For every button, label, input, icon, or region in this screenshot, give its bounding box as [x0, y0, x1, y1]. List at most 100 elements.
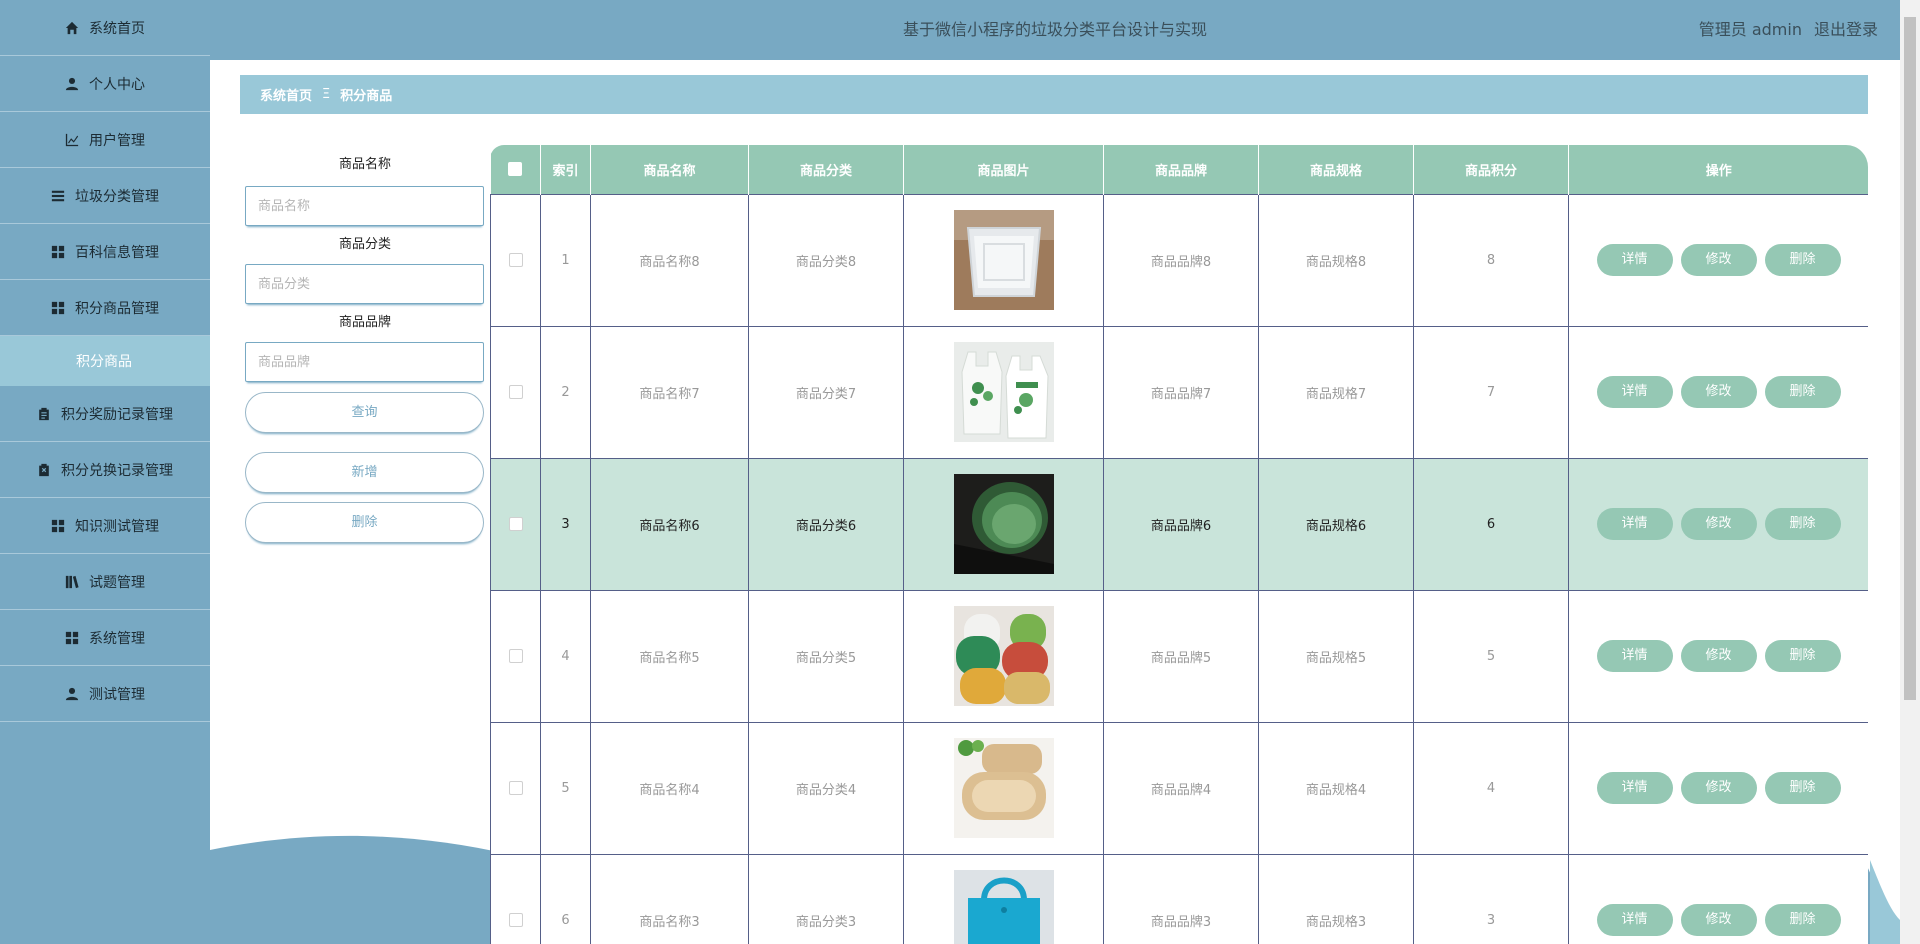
cell-index: 2	[540, 325, 591, 459]
logout-link[interactable]: 退出登录	[1814, 0, 1878, 60]
breadcrumb-separator: Ξ	[322, 87, 331, 102]
row-checkbox[interactable]	[508, 385, 523, 399]
delete-button[interactable]: 删除	[1764, 376, 1841, 408]
sidebar-item-home[interactable]: 系统首页	[0, 0, 210, 56]
sidebar-item-encyclopedia[interactable]: 百科信息管理	[0, 224, 210, 280]
cell-brand: 商品品牌4	[1103, 721, 1259, 855]
cell-points: 3	[1413, 853, 1569, 944]
user-icon	[65, 687, 79, 701]
row-checkbox[interactable]	[508, 781, 523, 795]
cell-image	[903, 721, 1104, 855]
tote-bag-image[interactable]	[953, 870, 1054, 944]
goods-brand-label: 商品品牌	[338, 315, 391, 330]
delete-button[interactable]: 删除	[1764, 508, 1841, 540]
row-select-cell	[490, 457, 541, 591]
cell-spec: 商品规格3	[1258, 853, 1414, 944]
current-user: 管理员 admin	[1698, 20, 1802, 39]
select-all-checkbox[interactable]	[508, 162, 523, 177]
delete-button[interactable]: 删除	[1764, 904, 1841, 936]
cell-brand: 商品品牌8	[1103, 193, 1259, 327]
plastic-bags-image[interactable]	[953, 342, 1054, 442]
cell-name: 商品名称8	[590, 193, 749, 327]
sidebar-item-profile[interactable]: 个人中心	[0, 56, 210, 112]
goods-name-input[interactable]	[245, 186, 484, 226]
sidebar-subitem-points-goods[interactable]: 积分商品	[0, 336, 210, 386]
breadcrumb-current: 积分商品	[340, 89, 393, 104]
sidebar-item-points-exchange-records[interactable]: 积分兑换记录管理	[0, 442, 210, 498]
edit-button[interactable]: 修改	[1680, 244, 1757, 276]
row-checkbox[interactable]	[508, 517, 523, 531]
goods-brand-input[interactable]	[245, 342, 484, 382]
row-checkbox[interactable]	[508, 913, 523, 927]
detail-button[interactable]: 详情	[1596, 508, 1673, 540]
sidebar-item-knowledge-test[interactable]: 知识测试管理	[0, 498, 210, 554]
sidebar-item-label: 用户管理	[89, 132, 145, 149]
query-button[interactable]: 查询	[245, 392, 484, 433]
sidebar-item-label: 积分兑换记录管理	[61, 462, 173, 479]
breadcrumb: 系统首页 Ξ 积分商品	[240, 75, 1868, 114]
sidebar-item-points-reward-records[interactable]: 积分奖励记录管理	[0, 386, 210, 442]
edit-button[interactable]: 修改	[1680, 640, 1757, 672]
detail-button[interactable]: 详情	[1596, 640, 1673, 672]
sidebar-item-users[interactable]: 用户管理	[0, 112, 210, 168]
edit-button[interactable]: 修改	[1680, 904, 1757, 936]
batch-delete-button[interactable]: 删除	[245, 502, 484, 543]
list-icon	[51, 189, 65, 203]
grid-icon	[51, 301, 65, 315]
row-checkbox[interactable]	[508, 649, 523, 663]
table-row: 4 商品名称5 商品分类5 商品品牌5 商品规格5 5 详情 修改 删除	[490, 589, 1868, 723]
row-select-cell	[490, 589, 541, 723]
sidebar-item-label: 测试管理	[89, 686, 145, 703]
detail-button[interactable]: 详情	[1596, 244, 1673, 276]
cell-spec: 商品规格5	[1258, 589, 1414, 723]
header-user-area: 管理员 admin 退出登录	[1699, 0, 1878, 60]
sidebar-item-points-goods-mgmt[interactable]: 积分商品管理	[0, 280, 210, 336]
detail-button[interactable]: 详情	[1596, 904, 1673, 936]
delete-button[interactable]: 删除	[1764, 772, 1841, 804]
edit-button[interactable]: 修改	[1680, 376, 1757, 408]
header-index: 索引	[540, 145, 591, 194]
cell-name: 商品名称4	[590, 721, 749, 855]
header-actions: 操作	[1568, 145, 1868, 194]
sidebar-item-label: 积分奖励记录管理	[61, 406, 173, 423]
sidebar-item-questions[interactable]: 试题管理	[0, 554, 210, 610]
detail-button[interactable]: 详情	[1596, 772, 1673, 804]
scrollbar-thumb[interactable]	[1904, 17, 1916, 700]
plastic-container-image[interactable]	[953, 210, 1054, 310]
sidebar-item-system[interactable]: 系统管理	[0, 610, 210, 666]
user-icon	[65, 77, 79, 91]
cell-actions: 详情 修改 删除	[1568, 325, 1868, 459]
towel-rolls-image[interactable]	[953, 606, 1054, 706]
green-bucket-image[interactable]	[953, 474, 1054, 574]
edit-button[interactable]: 修改	[1680, 772, 1757, 804]
delete-button[interactable]: 删除	[1764, 244, 1841, 276]
sidebar-item-garbage-category[interactable]: 垃圾分类管理	[0, 168, 210, 224]
detail-button[interactable]: 详情	[1596, 376, 1673, 408]
cell-category: 商品分类5	[748, 589, 904, 723]
page-scrollbar[interactable]	[1900, 0, 1920, 944]
header-name: 商品名称	[590, 145, 749, 194]
goods-category-input[interactable]	[245, 264, 484, 304]
sidebar-item-label: 试题管理	[89, 574, 145, 591]
add-button[interactable]: 新增	[245, 452, 484, 493]
lunch-box-image[interactable]	[953, 738, 1054, 838]
row-checkbox[interactable]	[508, 253, 523, 267]
edit-button[interactable]: 修改	[1680, 508, 1757, 540]
sidebar-item-test-mgmt[interactable]: 测试管理	[0, 666, 210, 722]
cell-category: 商品分类7	[748, 325, 904, 459]
delete-button[interactable]: 删除	[1764, 640, 1841, 672]
cell-category: 商品分类4	[748, 721, 904, 855]
cell-brand: 商品品牌5	[1103, 589, 1259, 723]
sidebar-item-label: 垃圾分类管理	[75, 188, 159, 205]
cell-image	[903, 457, 1104, 591]
sidebar-item-label: 积分商品管理	[75, 300, 159, 317]
search-panel: 商品名称 商品分类 商品品牌 查询 新增 删除	[245, 150, 485, 543]
goods-name-label: 商品名称	[338, 157, 391, 172]
grid-icon	[51, 245, 65, 259]
breadcrumb-home[interactable]: 系统首页	[260, 85, 312, 104]
page-title: 基于微信小程序的垃圾分类平台设计与实现	[902, 20, 1207, 39]
row-select-cell	[490, 853, 541, 944]
cell-index: 5	[540, 721, 591, 855]
cell-name: 商品名称5	[590, 589, 749, 723]
chart-icon	[65, 133, 79, 147]
